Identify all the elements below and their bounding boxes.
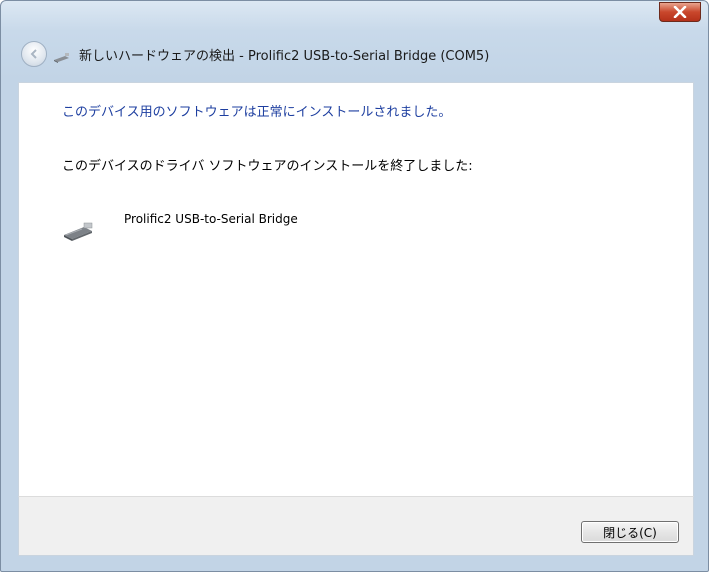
window-close-button[interactable] [659,2,701,22]
usb-device-icon [53,49,71,68]
content-area: このデバイス用のソフトウェアは正常にインストールされました。 このデバイスのドラ… [18,82,694,497]
back-arrow-icon [30,49,37,59]
dialog-footer: 閉じる(C) [18,496,694,556]
usb-device-icon [62,221,96,247]
close-icon [673,6,687,18]
completed-message: このデバイスのドライバ ソフトウェアのインストールを終了しました: [62,159,473,174]
close-button[interactable]: 閉じる(C) [581,521,679,543]
dialog-header: 新しいハードウェアの検出 - Prolific2 USB-to-Serial B… [1,25,708,81]
window-title: 新しいハードウェアの検出 - Prolific2 USB-to-Serial B… [79,49,490,64]
back-button[interactable] [21,41,47,67]
device-name: Prolific2 USB-to-Serial Bridge [124,212,298,226]
success-message: このデバイス用のソフトウェアは正常にインストールされました。 [62,105,452,120]
dialog-window: 新しいハードウェアの検出 - Prolific2 USB-to-Serial B… [0,0,709,572]
